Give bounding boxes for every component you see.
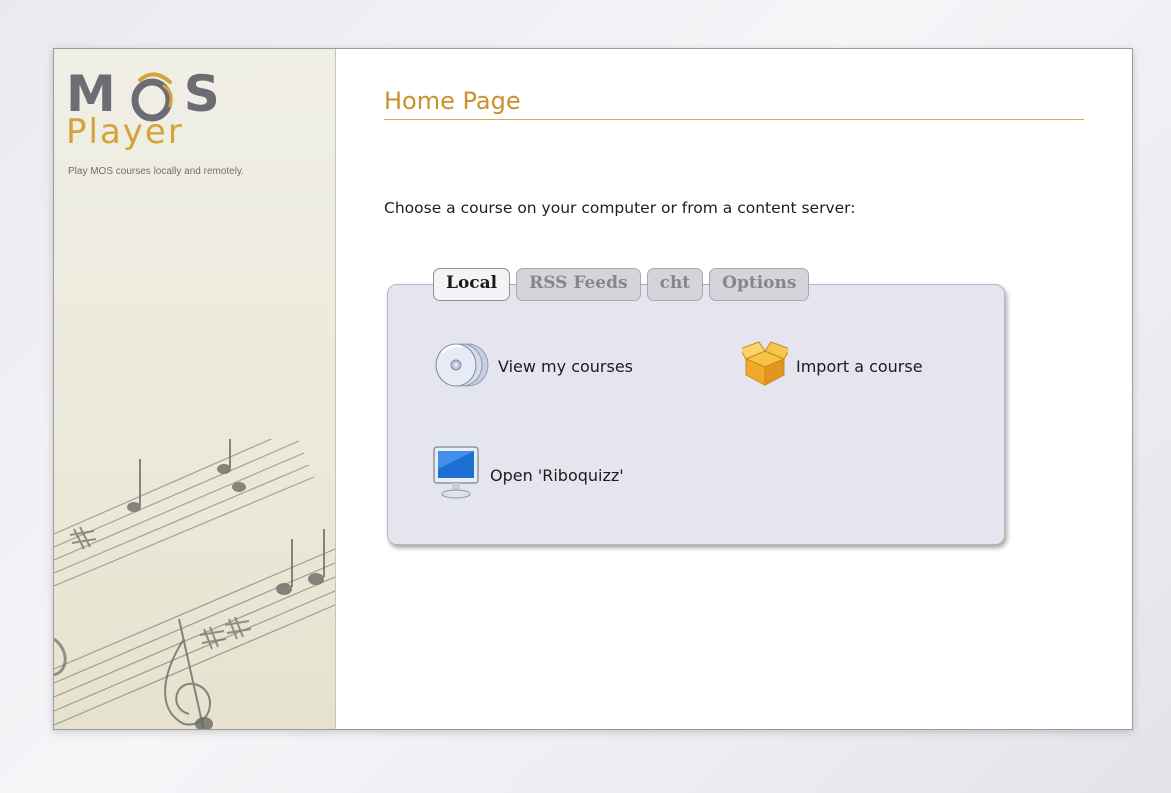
mos-player-logo: M S Player	[66, 69, 230, 149]
tab-options[interactable]: Options	[709, 268, 810, 301]
logo-swirl-o	[130, 72, 173, 122]
intro-text: Choose a course on your computer or from…	[384, 199, 856, 217]
cd-stack-icon	[432, 339, 490, 393]
sheet-music-decoration	[54, 439, 335, 729]
main-content: Home Page Choose a course on your comput…	[336, 49, 1132, 729]
course-source-panel: Local RSS Feeds cht Options View my cour…	[387, 268, 1005, 545]
open-riboquizz-button[interactable]: Open 'Riboquizz'	[432, 445, 624, 505]
tab-rss-feeds[interactable]: RSS Feeds	[516, 268, 641, 301]
tagline: Play MOS courses locally and remotely.	[68, 166, 244, 177]
view-my-courses-label: View my courses	[498, 356, 634, 376]
import-course-label: Import a course	[796, 356, 923, 376]
page-title: Home Page	[384, 87, 1084, 120]
import-course-button[interactable]: Import a course	[739, 339, 923, 393]
monitor-icon	[432, 445, 482, 505]
sidebar: M S Player Play MOS courses locally and …	[54, 49, 336, 729]
tab-cht[interactable]: cht	[646, 268, 704, 301]
box-icon	[739, 339, 791, 393]
tab-bar: Local RSS Feeds cht Options	[433, 268, 810, 301]
app-window: M S Player Play MOS courses locally and …	[53, 48, 1133, 730]
open-riboquizz-label: Open 'Riboquizz'	[490, 465, 624, 485]
view-my-courses-button[interactable]: View my courses	[432, 339, 633, 393]
tab-local[interactable]: Local	[433, 268, 511, 301]
